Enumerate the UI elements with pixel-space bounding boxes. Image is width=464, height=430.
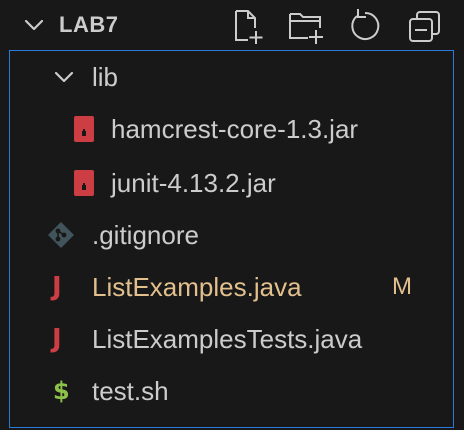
tree-item-label: junit-4.13.2.jar	[111, 168, 276, 198]
file-tree: lib hamcrest-core-1.3.jar junit-4.13.2.j…	[9, 50, 454, 428]
shell-icon: $	[53, 377, 70, 405]
tree-item-listexamplestests-java[interactable]: J ListExamplesTests.java	[10, 313, 453, 365]
java-icon: J	[52, 324, 62, 354]
tree-item-label: hamcrest-core-1.3.jar	[111, 114, 359, 144]
workspace-folder-title[interactable]: LAB7	[59, 10, 118, 40]
new-file-icon[interactable]	[228, 6, 268, 46]
tree-item-hamcrest-jar[interactable]: hamcrest-core-1.3.jar	[10, 103, 453, 155]
explorer-header[interactable]: LAB7	[0, 0, 464, 50]
tree-item-label: lib	[92, 62, 119, 92]
refresh-icon[interactable]	[345, 6, 385, 46]
chevron-down-icon[interactable]	[22, 13, 46, 37]
tree-item-listexamples-java[interactable]: J ListExamples.java M	[10, 261, 453, 313]
tree-item-label: ListExamples.java	[92, 272, 302, 302]
tree-item-gitignore[interactable]: .gitignore	[10, 209, 453, 261]
jar-file-icon	[74, 116, 94, 142]
chevron-down-icon[interactable]	[52, 65, 76, 89]
tree-item-label: ListExamplesTests.java	[92, 324, 363, 354]
tree-item-junit-jar[interactable]: junit-4.13.2.jar	[10, 157, 453, 209]
java-icon: J	[52, 272, 62, 302]
tree-item-label: .gitignore	[92, 220, 199, 250]
git-icon	[48, 222, 74, 248]
explorer-actions	[228, 6, 464, 46]
git-status-badge: M	[392, 273, 412, 300]
new-folder-icon[interactable]	[286, 6, 326, 46]
tree-item-label: test.sh	[92, 376, 169, 406]
tree-item-test-sh[interactable]: $ test.sh	[10, 365, 453, 417]
tree-item-lib-folder[interactable]: lib	[10, 51, 453, 103]
jar-file-icon	[74, 170, 94, 196]
collapse-all-icon[interactable]	[404, 6, 444, 46]
